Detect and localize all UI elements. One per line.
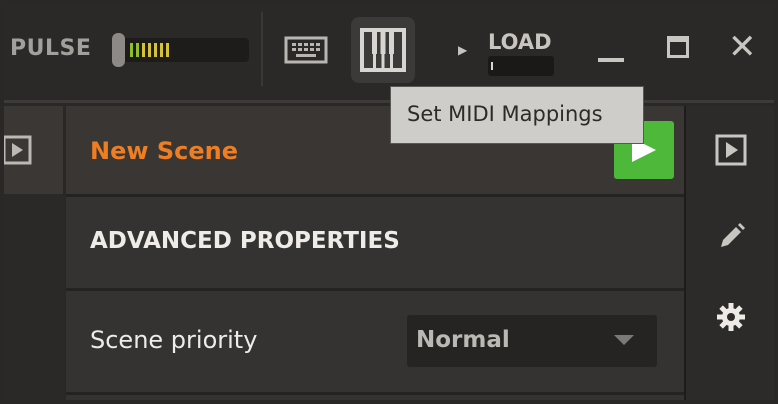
left-play-icon[interactable] [2, 134, 32, 166]
toolbar-divider [261, 12, 263, 86]
scene-title[interactable]: New Scene [90, 137, 238, 165]
advanced-properties-heading: ADVANCED PROPERTIES [90, 228, 400, 254]
row-separator [66, 288, 684, 291]
pulse-slider-handle[interactable] [112, 33, 125, 67]
load-expand-icon[interactable]: ▶ [458, 43, 467, 57]
scene-priority-value: Normal [416, 327, 510, 353]
tooltip-text: Set MIDI Mappings [407, 102, 603, 126]
scene-priority-label: Scene priority [90, 326, 258, 354]
load-label: LOAD [488, 30, 552, 54]
row-separator [66, 392, 684, 395]
minimize-button[interactable] [598, 58, 624, 62]
pulse-label: PULSE [10, 36, 92, 61]
pencil-icon[interactable] [718, 222, 746, 254]
chevron-down-icon [614, 335, 634, 345]
load-meter-level [491, 62, 493, 70]
keyboard-button[interactable] [284, 34, 328, 66]
keyboard-icon [284, 36, 328, 64]
maximize-button[interactable] [667, 36, 689, 58]
pulse-level-bars [130, 43, 169, 57]
midi-mappings-button[interactable] [351, 17, 415, 83]
load-meter [488, 56, 554, 76]
gear-icon[interactable] [716, 302, 746, 336]
top-bar-divider [4, 100, 774, 103]
preview-play-icon[interactable] [715, 134, 747, 170]
close-button[interactable]: ✕ [728, 27, 757, 67]
row-separator [66, 194, 684, 197]
piano-keys-icon [360, 28, 406, 72]
